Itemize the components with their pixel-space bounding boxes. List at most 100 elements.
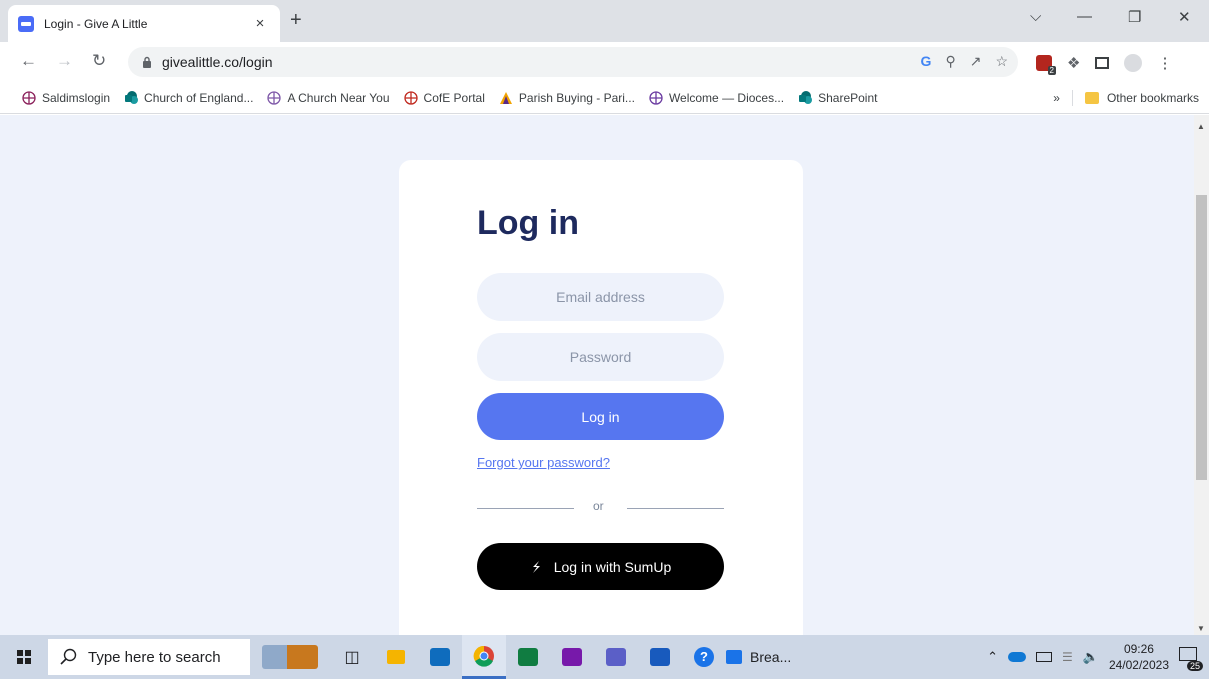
file-explorer-button[interactable] <box>374 635 418 679</box>
help-button[interactable]: ? <box>682 635 726 679</box>
taskbar-news-widget[interactable] <box>250 635 330 679</box>
teams-button[interactable] <box>594 635 638 679</box>
sharepoint-icon <box>799 90 813 104</box>
share-icon[interactable]: ↗ <box>970 53 982 70</box>
cross-circle-red-icon <box>403 90 418 105</box>
news-icon <box>726 650 742 664</box>
chrome-button[interactable] <box>462 635 506 679</box>
windows-logo-icon <box>17 650 31 664</box>
new-tab-button[interactable]: + <box>290 10 302 30</box>
bookmark-star-icon[interactable]: ☆ <box>995 53 1008 70</box>
bookmark-label: Saldimslogin <box>42 90 111 105</box>
bookmark-item[interactable]: A Church Near You <box>267 90 390 105</box>
volume-icon[interactable]: 🔈 <box>1083 649 1099 665</box>
battery-icon[interactable] <box>1035 652 1052 662</box>
sumup-button-label: Log in with SumUp <box>553 558 672 575</box>
password-field[interactable] <box>477 333 724 381</box>
profile-avatar-icon[interactable] <box>1124 54 1143 72</box>
word-button[interactable] <box>638 635 682 679</box>
bookmark-item[interactable]: Saldimslogin <box>22 91 110 105</box>
bookmark-item[interactable]: SharePoint <box>798 90 878 105</box>
excel-icon <box>518 648 538 666</box>
search-placeholder: Type here to search <box>88 648 221 666</box>
folder-icon <box>387 650 405 664</box>
system-tray: ⌃ ☰ 🔈 09:26 24/02/2023 25 <box>987 635 1209 679</box>
search-icon <box>60 648 77 665</box>
bookmark-label: CofE Portal <box>423 90 485 105</box>
bookmark-label: SharePoint <box>818 90 878 105</box>
minimize-icon[interactable]: — <box>1077 8 1092 25</box>
menu-kebab-icon[interactable]: ⋮ <box>1157 54 1172 72</box>
outlook-icon <box>430 648 450 666</box>
start-button[interactable] <box>0 635 48 679</box>
back-icon[interactable]: ← <box>20 51 37 71</box>
bookmark-label: Welcome — Dioces... <box>668 90 785 105</box>
weather-label: Brea... <box>750 649 792 665</box>
windows-taskbar: Type here to search ◫ ? Brea... ⌃ ☰ 🔈 09… <box>0 635 1209 679</box>
tab-active[interactable]: Login - Give A Little × <box>8 5 280 42</box>
tab-title: Login - Give A Little <box>44 16 148 31</box>
close-window-icon[interactable]: ✕ <box>1178 8 1191 26</box>
extensions-puzzle-icon[interactable]: ❖ <box>1067 54 1080 72</box>
tab-strip: Login - Give A Little × + ⌵ — ❐ ✕ <box>0 0 1209 42</box>
tab-search-icon[interactable]: ⌵ <box>1030 8 1041 25</box>
onenote-button[interactable] <box>550 635 594 679</box>
restore-icon[interactable]: ❐ <box>1128 8 1141 26</box>
teams-icon <box>606 648 626 666</box>
extension-badge-count: 2 <box>1047 66 1056 75</box>
scrollbar-thumb[interactable] <box>1196 195 1207 480</box>
login-button[interactable]: Log in <box>477 393 724 440</box>
bookmarks-overflow-icon[interactable]: » <box>1053 91 1060 105</box>
taskbar-search[interactable]: Type here to search <box>48 639 250 675</box>
folder-icon <box>1084 92 1099 104</box>
side-panel-icon[interactable] <box>1095 57 1110 69</box>
word-icon <box>650 648 670 666</box>
forgot-password-link[interactable]: Forgot your password? <box>477 455 610 470</box>
tab-close-icon[interactable]: × <box>250 15 270 32</box>
bookmark-item[interactable]: CofE Portal <box>403 90 485 105</box>
lock-icon <box>143 56 151 68</box>
forward-icon[interactable]: → <box>56 51 73 71</box>
extension-badge-icon[interactable]: 2 <box>1036 55 1056 75</box>
bookmark-label: A Church Near You <box>287 90 390 105</box>
wifi-icon[interactable]: ☰ <box>1062 650 1073 664</box>
cross-circle-icon <box>267 90 282 105</box>
google-icon[interactable]: G <box>921 53 932 70</box>
or-separator: or <box>593 499 604 513</box>
scroll-down-icon[interactable]: ▼ <box>1197 624 1205 633</box>
other-bookmarks[interactable]: Other bookmarks <box>1084 91 1199 105</box>
briefcase-icon <box>262 645 318 669</box>
parish-icon <box>499 91 512 104</box>
page-content: Log in Log in Forgot your password? or L… <box>0 115 1194 635</box>
sumup-login-button[interactable]: Log in with SumUp <box>477 543 724 590</box>
bookmark-label: Parish Buying - Pari... <box>518 90 635 105</box>
address-bar[interactable]: givealittle.co/login G ⚲ ↗ ☆ <box>128 47 1018 77</box>
bookmark-label: Church of England... <box>144 90 254 105</box>
excel-button[interactable] <box>506 635 550 679</box>
onedrive-icon[interactable] <box>1007 652 1026 662</box>
reload-icon[interactable]: ↻ <box>92 51 106 71</box>
browser-toolbar: ← → ↻ givealittle.co/login G ⚲ ↗ ☆ 2 ❖ ⋮ <box>0 42 1209 82</box>
bookmark-item[interactable]: Church of England... <box>124 90 254 105</box>
outlook-button[interactable] <box>418 635 462 679</box>
notification-button[interactable]: 25 <box>1179 647 1203 671</box>
bookmark-item[interactable]: Welcome — Dioces... <box>649 91 784 105</box>
sumup-icon <box>532 560 540 573</box>
sharepoint-icon <box>125 90 139 104</box>
task-view-button[interactable]: ◫ <box>330 635 374 679</box>
task-view-icon: ◫ <box>344 649 360 666</box>
email-field[interactable] <box>477 273 724 321</box>
zoom-icon[interactable]: ⚲ <box>945 53 955 70</box>
bookmarks-divider <box>1071 90 1073 106</box>
tray-overflow-icon[interactable]: ⌃ <box>987 649 998 665</box>
cross-circle-icon <box>22 90 36 105</box>
weather-widget[interactable]: Brea... <box>726 635 796 679</box>
bookmarks-bar: Saldimslogin Church of England... A Chur… <box>0 82 1209 114</box>
clock[interactable]: 09:26 24/02/2023 <box>1109 641 1169 673</box>
divider-right <box>627 508 724 509</box>
clock-date: 24/02/2023 <box>1108 658 1169 672</box>
scroll-up-icon[interactable]: ▲ <box>1197 122 1205 131</box>
bookmark-item[interactable]: Parish Buying - Pari... <box>499 91 635 105</box>
url-text: givealittle.co/login <box>162 54 273 70</box>
login-card: Log in Log in Forgot your password? or L… <box>399 160 803 635</box>
